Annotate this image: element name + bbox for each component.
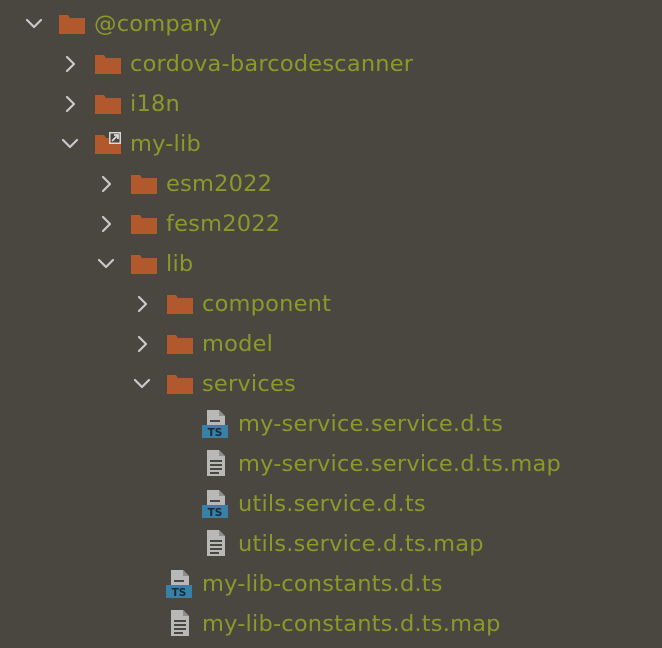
tree-item-label: component (202, 291, 332, 317)
folder-icon (130, 209, 158, 239)
tree-folder-row[interactable]: lib (0, 244, 193, 284)
tree-file-row[interactable]: TS utils.service.d.ts (0, 484, 426, 524)
tree-file-row[interactable]: utils.service.d.ts.map (0, 524, 484, 564)
folder-icon (166, 329, 194, 359)
text-file-icon (202, 529, 230, 559)
tree-item-label: esm2022 (166, 171, 273, 197)
folder-icon (58, 9, 86, 39)
tree-folder-row[interactable]: cordova-barcodescanner (0, 44, 413, 84)
tree-item-label: my-lib (130, 131, 201, 157)
tree-item-label: utils.service.d.ts (238, 491, 426, 517)
tree-item-label: @company (94, 11, 222, 37)
svg-text:TS: TS (208, 427, 223, 439)
tree-item-label: my-service.service.d.ts.map (238, 451, 561, 477)
typescript-file-icon: TS (202, 489, 230, 519)
tree-item-label: lib (166, 251, 194, 277)
folder-icon (130, 249, 158, 279)
tree-item-label: fesm2022 (166, 211, 281, 237)
chevron-right-icon[interactable] (58, 52, 82, 76)
tree-file-row[interactable]: TS my-lib-constants.d.ts (0, 564, 443, 604)
tree-file-row[interactable]: my-service.service.d.ts.map (0, 444, 561, 484)
tree-item-label: i18n (130, 91, 180, 117)
text-file-icon (202, 449, 230, 479)
chevron-down-icon[interactable] (130, 372, 154, 396)
svg-text:TS: TS (208, 507, 223, 519)
tree-item-label: model (202, 331, 274, 357)
svg-text:TS: TS (172, 587, 187, 599)
chevron-down-icon[interactable] (58, 132, 82, 156)
chevron-down-icon[interactable] (94, 252, 118, 276)
tree-folder-row[interactable]: component (0, 284, 331, 324)
chevron-right-icon[interactable] (58, 92, 82, 116)
typescript-file-icon: TS (166, 569, 194, 599)
tree-folder-row[interactable]: esm2022 (0, 164, 272, 204)
tree-item-label: my-lib-constants.d.ts.map (202, 611, 501, 637)
tree-file-row[interactable]: my-lib-constants.d.ts.map (0, 604, 501, 644)
symlink-folder-icon (94, 129, 122, 159)
tree-file-row[interactable]: TS my-service.service.d.ts (0, 404, 503, 444)
folder-icon (166, 289, 194, 319)
folder-icon (94, 49, 122, 79)
chevron-right-icon[interactable] (94, 212, 118, 236)
chevron-right-icon[interactable] (130, 292, 154, 316)
chevron-down-icon[interactable] (22, 12, 46, 36)
tree-item-label: cordova-barcodescanner (130, 51, 414, 77)
tree-folder-row[interactable]: fesm2022 (0, 204, 280, 244)
folder-icon (94, 89, 122, 119)
tree-folder-row[interactable]: @company (0, 4, 222, 44)
tree-item-label: my-lib-constants.d.ts (202, 571, 443, 597)
tree-item-label: services (202, 371, 296, 397)
folder-icon (166, 369, 194, 399)
typescript-file-icon: TS (202, 409, 230, 439)
project-tree: @company cordova-barcodescanner i18n my-lib… (0, 0, 662, 648)
tree-folder-row[interactable]: model (0, 324, 273, 364)
chevron-right-icon[interactable] (94, 172, 118, 196)
text-file-icon (166, 609, 194, 639)
tree-folder-row[interactable]: my-lib (0, 124, 201, 164)
chevron-right-icon[interactable] (130, 332, 154, 356)
tree-item-label: utils.service.d.ts.map (238, 531, 484, 557)
tree-folder-row[interactable]: services (0, 364, 296, 404)
tree-folder-row[interactable]: i18n (0, 84, 180, 124)
tree-item-label: my-service.service.d.ts (238, 411, 504, 437)
folder-icon (130, 169, 158, 199)
